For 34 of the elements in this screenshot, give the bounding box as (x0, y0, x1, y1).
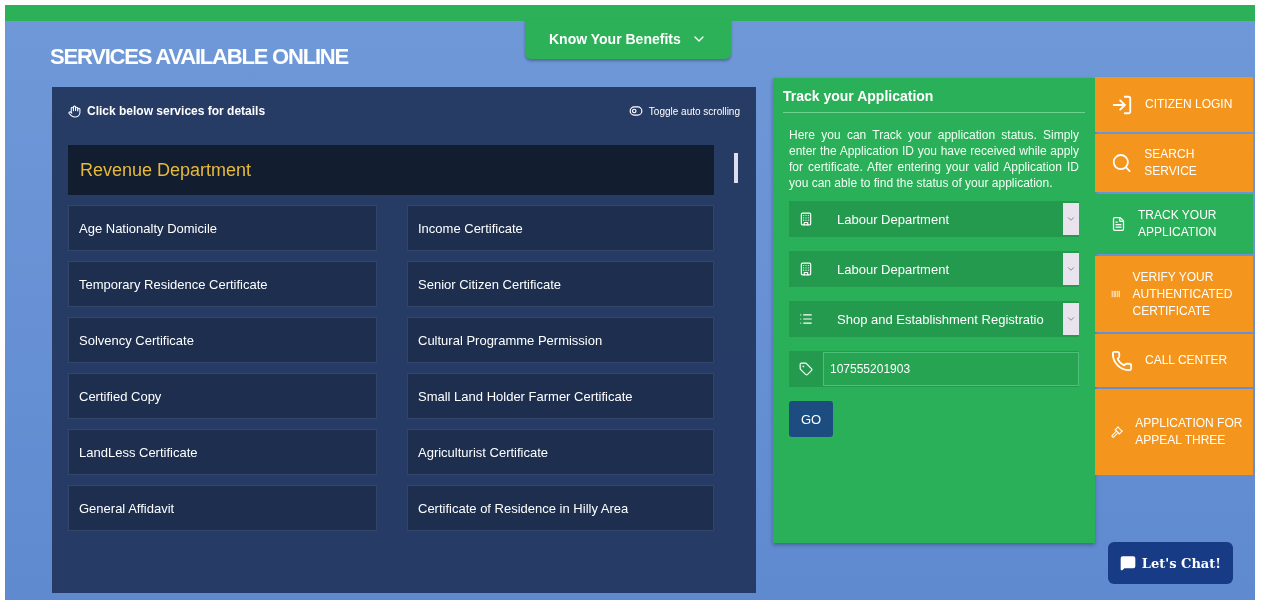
building-icon (799, 212, 813, 226)
service-item[interactable]: Solvency Certificate (68, 317, 377, 363)
phone-icon (1111, 349, 1133, 372)
caret-icon (1066, 264, 1076, 274)
search-icon (1111, 152, 1133, 174)
chat-icon (1119, 555, 1136, 571)
toggle-label: Toggle auto scrolling (648, 105, 740, 117)
service-item[interactable]: Certificate of Residence in Hilly Area (407, 485, 714, 531)
department-heading: Revenue Department (68, 145, 714, 195)
tag-icon (799, 362, 813, 376)
service-item[interactable]: Income Certificate (407, 205, 714, 251)
page-title: SERVICES AVAILABLE ONLINE (50, 43, 350, 71)
list-icon (799, 312, 813, 326)
service-item[interactable]: Age Nationalty Domicile (68, 205, 377, 251)
track-title: Track your Application (783, 88, 1085, 113)
service-item[interactable]: LandLess Certificate (68, 429, 377, 475)
service-item[interactable]: Temporary Residence Certificate (68, 261, 377, 307)
login-icon (1111, 93, 1133, 116)
service-item[interactable]: Cultural Programme Permission (407, 317, 714, 363)
track-description: Here you can Track your application status. Simply enter the Application ID you have received while apply for certificate. After entering your valid Application ID you can able to find the status of your application. (789, 127, 1079, 191)
service-item[interactable]: General Affidavit (68, 485, 377, 531)
go-button[interactable]: GO (789, 401, 833, 437)
caret-icon (1066, 314, 1076, 324)
building-icon (799, 262, 813, 276)
service-item[interactable]: Small Land Holder Farmer Certificate (407, 373, 714, 419)
service-item[interactable]: Certified Copy (68, 373, 377, 419)
caret-icon (1066, 214, 1076, 224)
toggle-icon[interactable] (628, 104, 643, 118)
chat-button[interactable]: Let's Chat! (1107, 542, 1233, 584)
scrollbar-thumb[interactable] (734, 153, 738, 183)
service-item[interactable]: Agriculturist Certificate (407, 429, 714, 475)
service-item[interactable]: Senior Citizen Certificate (407, 261, 714, 307)
hint-text: Click below services for details (87, 104, 266, 118)
hand-icon (68, 104, 81, 118)
